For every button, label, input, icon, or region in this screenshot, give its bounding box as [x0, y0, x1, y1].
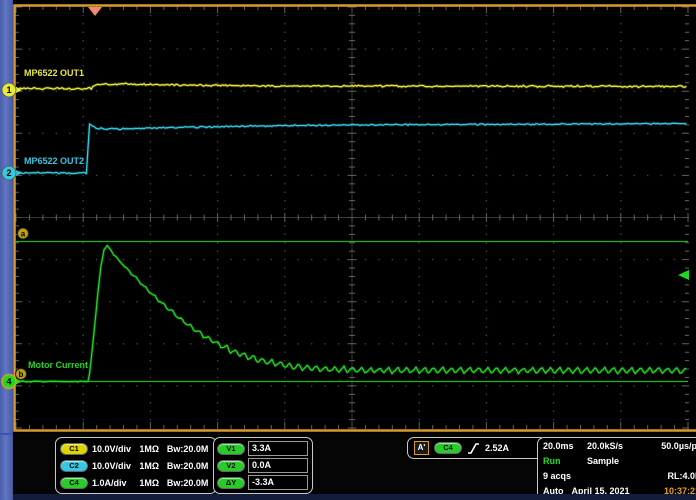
dy-value: -3.3A: [248, 475, 308, 490]
trace-C2: [16, 123, 686, 174]
c2-impedance: 1MΩ: [139, 461, 162, 471]
trigger-position-marker[interactable]: [88, 7, 102, 16]
trigger-source-badge[interactable]: C4: [434, 442, 462, 454]
channel-row-c4[interactable]: C4 1.0A/div 1MΩ Bw:20.0M: [60, 475, 212, 490]
c2-badge[interactable]: C2: [60, 460, 88, 472]
sample-rate-value: 20.0kS/s: [587, 441, 623, 451]
trace-glow-C2: [16, 123, 686, 174]
statusbar: C1 10.0V/div 1MΩ Bw:20.0M C2 10.0V/div 1…: [13, 433, 696, 500]
v2-badge[interactable]: V2: [217, 460, 245, 472]
ch2-ref-marker[interactable]: 2: [2, 166, 22, 180]
acq-row-count: 9 acqs RL:4.0k: [543, 471, 696, 481]
v1-badge[interactable]: V1: [217, 443, 245, 455]
ch4-ref-number: 4: [6, 377, 11, 387]
cursor-a-label: a: [21, 230, 26, 239]
acq-row-timebase: 20.0ms 20.0kS/s 50.0µs/pt: [543, 441, 696, 451]
acq-row-state: Run Sample: [543, 456, 696, 466]
c2-bandwidth: Bw:20.0M: [167, 461, 212, 471]
c1-badge[interactable]: C1: [60, 443, 88, 455]
cursor-v2-row: V2 0.0A: [217, 458, 309, 473]
run-status: Run: [543, 456, 587, 466]
cursor-v1-row: V1 3.3A: [217, 441, 309, 456]
ch1-ref-marker[interactable]: 1: [2, 83, 22, 97]
c2-scale: 10.0V/div: [92, 461, 135, 471]
trace-label-ch2: MP6522 OUT2: [24, 156, 84, 166]
ch2-ref-number: 2: [6, 168, 11, 178]
acqs-count: 9 acqs: [543, 471, 571, 481]
trace-C4: [16, 246, 686, 383]
acq-mode: Sample: [587, 456, 619, 466]
cursor-readout-box: V1 3.3A V2 0.0A ΔY -3.3A: [213, 437, 313, 494]
c4-scale: 1.0A/div: [92, 478, 135, 488]
trigger-level-value: 2.52A: [485, 443, 509, 453]
cursor-b-marker[interactable]: b: [16, 369, 27, 380]
cursor-dy-row: ΔY -3.3A: [217, 475, 309, 490]
trace-label-ch4: Motor Current: [28, 360, 88, 370]
rising-edge-icon: [467, 442, 480, 455]
timebase-value: 20.0ms: [543, 441, 587, 451]
channel-row-c1[interactable]: C1 10.0V/div 1MΩ Bw:20.0M: [60, 441, 212, 456]
channel-settings-box: C1 10.0V/div 1MΩ Bw:20.0M C2 10.0V/div 1…: [55, 437, 217, 494]
c4-badge[interactable]: C4: [60, 477, 88, 489]
c1-scale: 10.0V/div: [92, 444, 135, 454]
oscilloscope-screen: MP6522 OUT1 MP6522 OUT2 Motor Current 1 …: [0, 0, 696, 500]
dy-badge[interactable]: ΔY: [217, 477, 245, 489]
window-bottom-edge: [13, 494, 696, 500]
trigger-a-badge: A': [414, 441, 429, 455]
c4-bandwidth: Bw:20.0M: [167, 478, 212, 488]
trigger-level-arrow[interactable]: [678, 270, 689, 280]
v2-value: 0.0A: [248, 458, 308, 473]
center-crosshair: [16, 7, 688, 428]
cursor-a-marker[interactable]: a: [18, 228, 29, 239]
trace-glow-C4: [16, 246, 686, 383]
graticule-display: MP6522 OUT1 MP6522 OUT2 Motor Current 1 …: [0, 0, 696, 500]
trace-label-ch1: MP6522 OUT1: [24, 68, 84, 78]
ch1-ref-number: 1: [6, 85, 11, 95]
c4-impedance: 1MΩ: [139, 478, 162, 488]
trigger-readout-box[interactable]: A' C4 2.52A: [407, 437, 547, 459]
channel-row-c2[interactable]: C2 10.0V/div 1MΩ Bw:20.0M: [60, 458, 212, 473]
c1-impedance: 1MΩ: [139, 444, 162, 454]
acquisition-box: 20.0ms 20.0kS/s 50.0µs/pt Run Sample 9 a…: [537, 437, 696, 500]
c1-bandwidth: Bw:20.0M: [167, 444, 212, 454]
cursor-b-label: b: [19, 370, 24, 379]
record-length: RL:4.0k: [667, 471, 696, 481]
v1-value: 3.3A: [248, 441, 308, 456]
resolution-value: 50.0µs/pt: [661, 441, 696, 451]
